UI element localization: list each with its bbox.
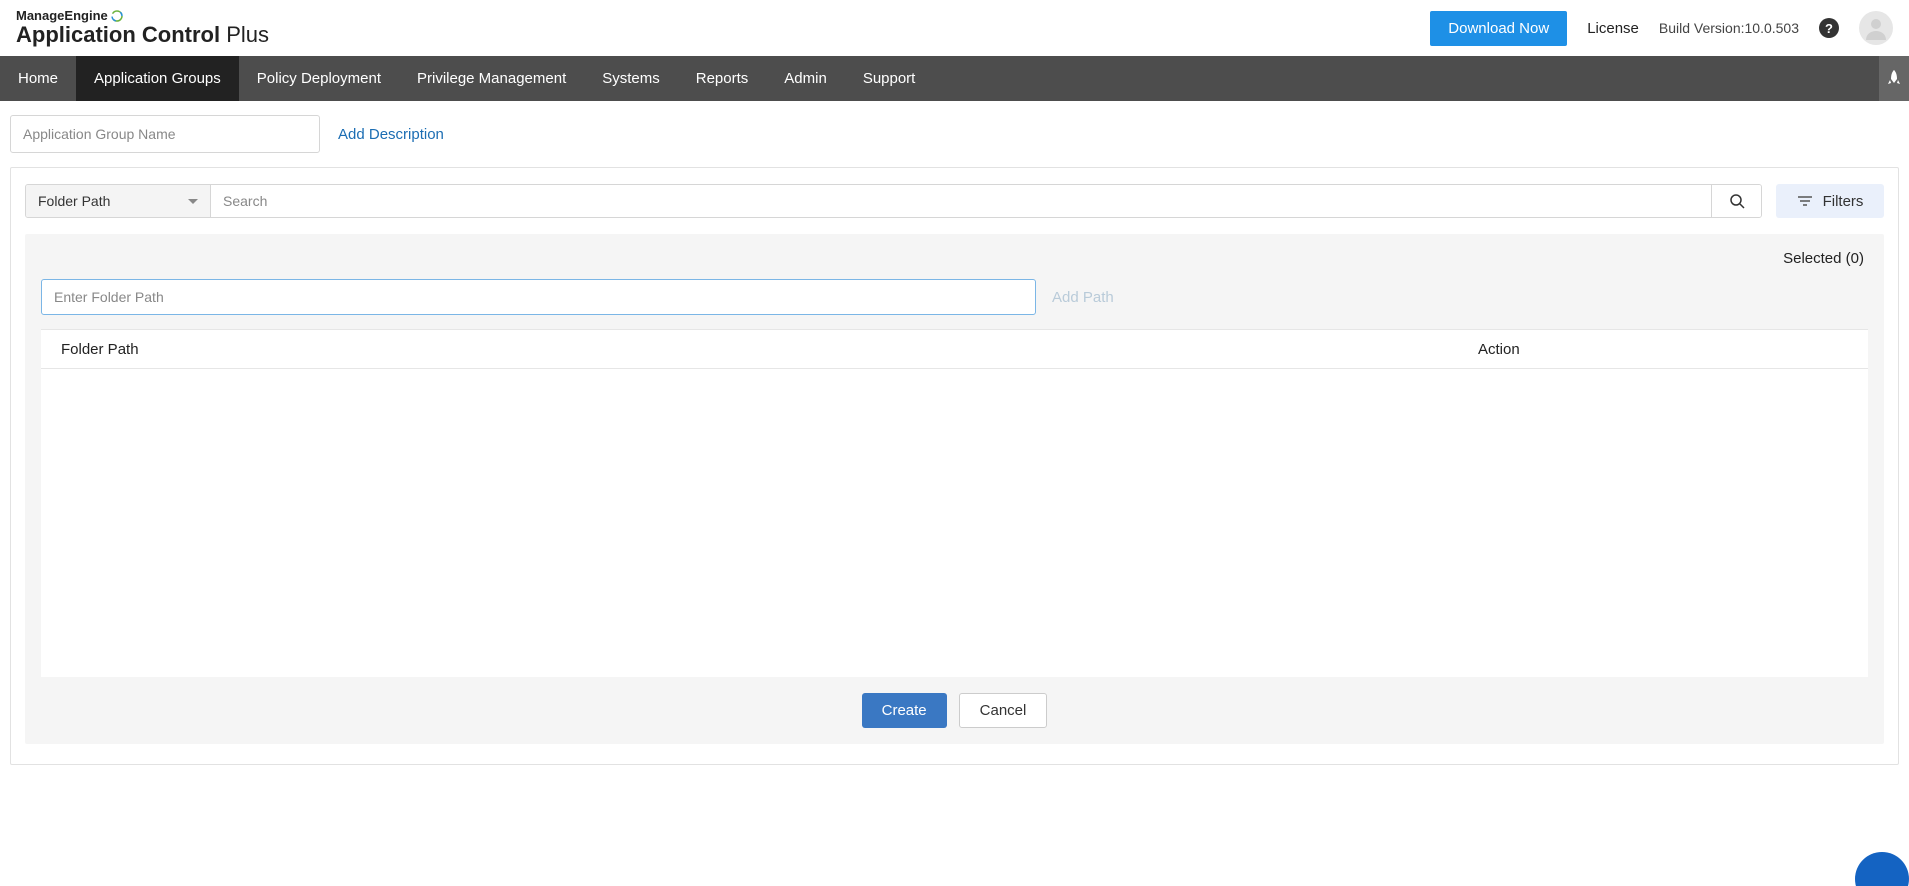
search-input[interactable]: [211, 185, 1711, 217]
brand-block: ManageEngine Application Control Plus: [16, 9, 269, 47]
search-button[interactable]: [1711, 185, 1761, 217]
add-description-link[interactable]: Add Description: [338, 126, 444, 143]
create-button[interactable]: Create: [862, 693, 947, 728]
selected-label: Selected: [1783, 250, 1841, 267]
quick-launch-button[interactable]: [1879, 56, 1909, 101]
filter-icon: [1797, 195, 1813, 207]
floating-action-button[interactable]: [1855, 852, 1909, 886]
column-action: Action: [1478, 341, 1848, 358]
brand-title-light: Plus: [226, 22, 269, 47]
search-row: Folder Path Filters: [25, 184, 1884, 218]
add-path-button[interactable]: Add Path: [1052, 289, 1114, 306]
license-link[interactable]: License: [1587, 20, 1639, 37]
rocket-icon: [1887, 70, 1901, 88]
main-panel: Folder Path Filters Selected (0): [10, 167, 1899, 765]
subheader-row: Add Description: [0, 101, 1909, 167]
nav-item-home[interactable]: Home: [0, 56, 76, 101]
search-type-select[interactable]: Folder Path: [26, 185, 211, 217]
cancel-button[interactable]: Cancel: [959, 693, 1048, 728]
application-group-name-input[interactable]: [10, 115, 320, 153]
build-version-label: Build Version:10.0.503: [1659, 20, 1799, 36]
nav-item-application-groups[interactable]: Application Groups: [76, 56, 239, 101]
header-right: Download Now License Build Version:10.0.…: [1430, 11, 1893, 46]
table-empty-body: [41, 369, 1868, 677]
footer-buttons: Create Cancel: [41, 677, 1868, 744]
brand-title-bold: Application Control: [16, 22, 220, 47]
selected-count-row: Selected (0): [41, 248, 1868, 279]
user-icon: [1864, 16, 1888, 40]
folder-path-table: Folder Path Action: [41, 329, 1868, 369]
help-icon[interactable]: ?: [1819, 18, 1839, 38]
search-icon: [1729, 193, 1745, 209]
nav-item-privilege-management[interactable]: Privilege Management: [399, 56, 584, 101]
filters-button[interactable]: Filters: [1776, 184, 1884, 218]
nav-item-admin[interactable]: Admin: [766, 56, 845, 101]
folder-path-input[interactable]: [41, 279, 1036, 315]
main-nav: Home Application Groups Policy Deploymen…: [0, 56, 1909, 101]
nav-item-support[interactable]: Support: [845, 56, 934, 101]
nav-item-policy-deployment[interactable]: Policy Deployment: [239, 56, 399, 101]
selected-count: 0: [1851, 250, 1859, 267]
avatar[interactable]: [1859, 11, 1893, 45]
inner-zone: Selected (0) Add Path Folder Path Action…: [25, 234, 1884, 744]
brand-top-line: ManageEngine: [16, 9, 269, 23]
nav-item-systems[interactable]: Systems: [584, 56, 678, 101]
brand-title: Application Control Plus: [16, 23, 269, 47]
search-type-value: Folder Path: [38, 193, 110, 209]
filters-label: Filters: [1823, 193, 1864, 210]
chevron-down-icon: [188, 199, 198, 204]
download-now-button[interactable]: Download Now: [1430, 11, 1567, 46]
path-input-row: Add Path: [41, 279, 1868, 315]
column-folder-path: Folder Path: [61, 341, 1478, 358]
search-combo: Folder Path: [25, 184, 1762, 218]
brand-swirl-icon: [111, 10, 123, 22]
header-bar: ManageEngine Application Control Plus Do…: [0, 0, 1909, 56]
table-header: Folder Path Action: [41, 330, 1868, 368]
nav-spacer: [933, 56, 1879, 101]
nav-item-reports[interactable]: Reports: [678, 56, 767, 101]
brand-top-text: ManageEngine: [16, 9, 108, 23]
